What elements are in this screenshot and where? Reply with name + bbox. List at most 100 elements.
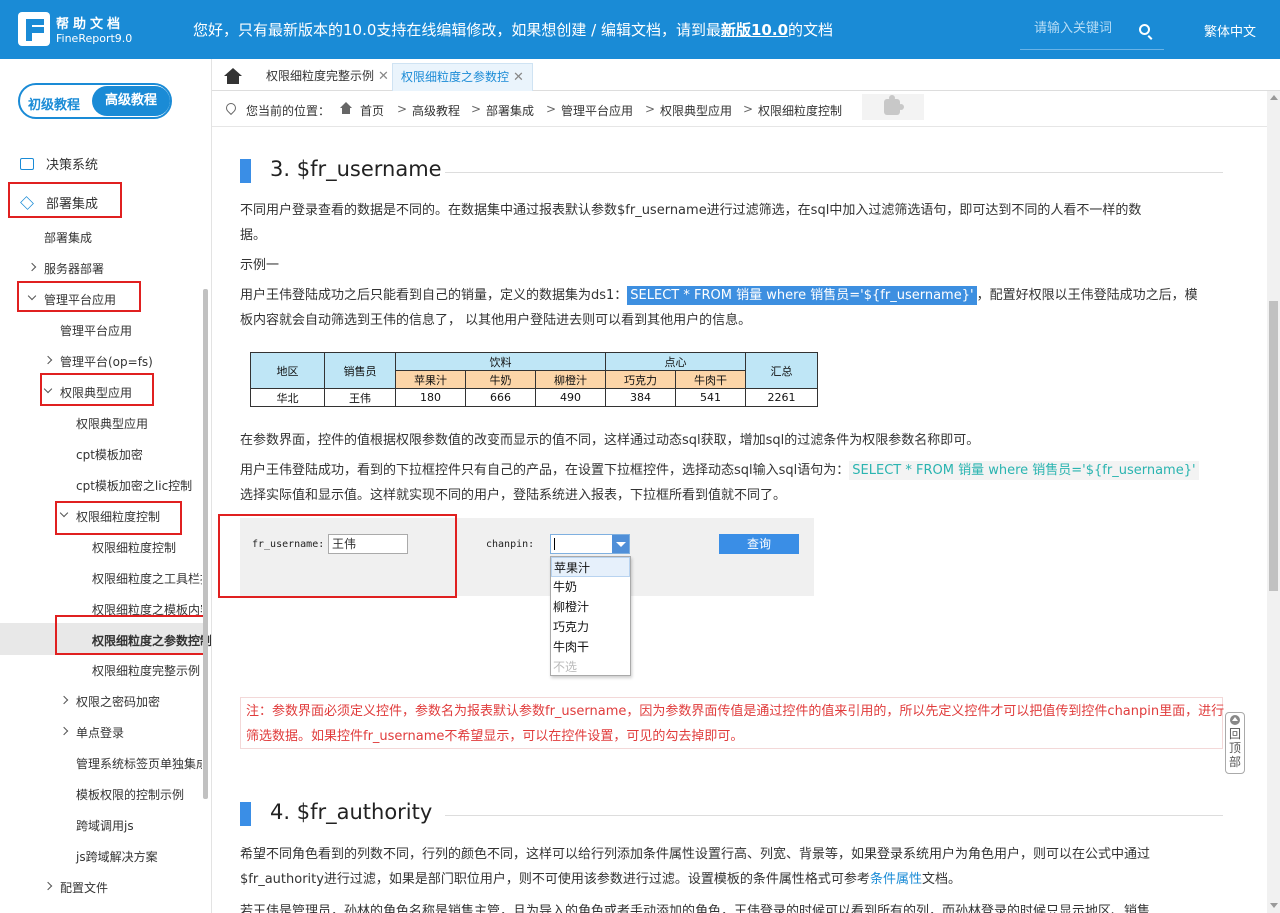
sidebar-item-fine-grained-toolbar[interactable]: 权限细粒度之工具栏按: [92, 570, 202, 587]
home-tab[interactable]: [220, 65, 248, 87]
note-box: 注：参数界面必须定义控件，参数名为报表默认参数fr_username，因为参数界…: [240, 697, 1224, 749]
breadcrumb-home[interactable]: 首页: [360, 102, 384, 119]
table-subheader: 牛奶: [465, 370, 536, 389]
scroll-down-icon[interactable]: [1270, 903, 1278, 908]
puzzle-icon: [884, 95, 904, 115]
sidebar-item-decision-system[interactable]: 决策系统: [20, 154, 98, 173]
search-box: [1020, 12, 1164, 50]
sidebar-item-password-encrypt[interactable]: 权限之密码加密: [76, 693, 160, 710]
home-icon: [224, 68, 242, 84]
arrow-up-icon: [1230, 715, 1240, 725]
table-subheader: 牛肉干: [675, 370, 746, 389]
chanpin-label: chanpin:: [486, 539, 535, 550]
chevron-right-icon[interactable]: [43, 881, 53, 891]
tab-complete-example[interactable]: 权限细粒度完整示例 ✕: [258, 63, 397, 91]
breadcrumb-advanced[interactable]: 高级教程: [412, 102, 460, 119]
search-icon[interactable]: [1139, 24, 1150, 35]
table-subheader: 巧克力: [605, 370, 676, 389]
new-version-link[interactable]: 新版10.0: [721, 21, 788, 39]
chevron-right-icon[interactable]: [59, 695, 69, 705]
breadcrumb: 您当前的位置： 首页 > 高级教程 > 部署集成 > 管理平台应用 > 权限典型…: [212, 91, 1267, 127]
dropdown-option[interactable]: 柳橙汁: [551, 597, 630, 617]
main-scrollbar[interactable]: [1267, 91, 1280, 913]
sidebar-item-fine-grained-page[interactable]: 权限细粒度控制: [92, 539, 176, 556]
sidebar-item-fine-grained-example[interactable]: 权限细粒度完整示例: [92, 662, 200, 679]
table-header: 点心: [605, 352, 746, 371]
close-icon[interactable]: ✕: [513, 70, 524, 85]
scrollbar-thumb[interactable]: [1269, 301, 1278, 591]
table-subheader: 苹果汁: [395, 370, 466, 389]
sidebar-item-deploy-integration-page[interactable]: 部署集成: [44, 229, 92, 246]
version-notice: 您好，只有最新版本的10.0支持在线编辑修改，如果想创建 / 编辑文档，请到最新…: [193, 21, 834, 39]
article-content: 3. $fr_username 不同用户登录查看的数据是不同的。在数据集中通过报…: [212, 127, 1267, 913]
dropdown-option[interactable]: 牛奶: [551, 577, 630, 597]
dropdown-option[interactable]: 苹果汁: [551, 557, 630, 577]
sidebar-item-template-permission[interactable]: 模板权限的控制示例: [76, 786, 184, 803]
dropdown-option[interactable]: 不选: [551, 657, 630, 677]
close-icon[interactable]: ✕: [378, 69, 389, 84]
query-button[interactable]: 查询: [719, 534, 799, 554]
highlight-box: [8, 182, 122, 218]
sidebar-item-platform-app-page[interactable]: 管理平台应用: [60, 322, 132, 339]
chevron-right-icon[interactable]: [27, 262, 37, 272]
highlight-box: [55, 501, 182, 535]
home-icon: [340, 102, 352, 114]
sidebar-item-platform-opfs[interactable]: 管理平台(op=fs): [60, 353, 153, 370]
table-row: 华北 王伟 180 666 490 384 541 2261: [250, 388, 818, 407]
paragraph: 用户王伟登陆成功，看到的下拉框控件只有自己的产品，在设置下拉框控件，选择动态sq…: [240, 458, 1199, 483]
back-to-top-button[interactable]: 回顶部: [1225, 712, 1245, 774]
highlight-box: [17, 281, 141, 312]
table-header: 地区: [250, 352, 325, 389]
top-header: 帮助文档 FineReport9.0 您好，只有最新版本的10.0支持在线编辑修…: [0, 0, 1280, 59]
sidebar-item-js-cross-domain[interactable]: js跨域解决方案: [76, 848, 158, 865]
plugin-button[interactable]: [862, 94, 924, 120]
condition-attribute-link[interactable]: 条件属性: [870, 872, 922, 887]
breadcrumb-platform[interactable]: 管理平台应用: [561, 102, 633, 119]
sidebar-scrollbar[interactable]: [203, 289, 208, 799]
sidebar-item-cross-domain-js[interactable]: 跨域调用js: [76, 817, 134, 834]
search-input[interactable]: [1034, 16, 1134, 40]
table-header: 饮料: [395, 352, 606, 371]
sql-code-highlight: SELECT * FROM 销量 where 销售员='${fr_usernam…: [849, 461, 1199, 480]
paragraph: 用户王伟登陆成功之后只能看到自己的销量，定义的数据集为ds1： SELECT * …: [240, 286, 1198, 305]
highlight-box: [40, 373, 154, 406]
sidebar-item-cpt-encrypt-lic[interactable]: cpt模板加密之lic控制: [76, 477, 192, 494]
highlight-box: [55, 615, 205, 655]
basic-tutorial-tab[interactable]: 初级教程: [28, 94, 80, 113]
section-heading-fr-authority: 4. $fr_authority: [270, 800, 433, 824]
dropdown-option[interactable]: 巧克力: [551, 617, 630, 637]
scroll-up-icon[interactable]: [1270, 95, 1278, 100]
sitemap-icon: [20, 158, 34, 170]
advanced-tutorial-tab[interactable]: 高级教程: [92, 86, 170, 116]
sql-code-highlight: SELECT * FROM 销量 where 销售员='${fr_usernam…: [627, 286, 977, 305]
chanpin-dropdown[interactable]: [550, 534, 630, 554]
table-subheader: 柳橙汁: [535, 370, 606, 389]
breadcrumb-fine-grained[interactable]: 权限细粒度控制: [758, 102, 842, 119]
paragraph: 希望不同角色看到的列数不同，行列的颜色不同，这样可以给行列添加条件属性设置行高、…: [240, 847, 1151, 862]
chevron-right-icon[interactable]: [59, 726, 69, 736]
brand-title: 帮助文档: [56, 17, 125, 32]
paragraph: 在参数界面，控件的值根据权限参数值的改变而显示的值不同，这样通过动态sql获取，…: [240, 433, 980, 448]
paragraph: 不同用户登录查看的数据是不同的。在数据集中通过报表默认参数$fr_usernam…: [240, 203, 1142, 218]
paragraph: $fr_authority进行过滤，如果是部门职位用户，则不可使用该参数进行过滤…: [240, 872, 961, 887]
dropdown-option[interactable]: 牛肉干: [551, 637, 630, 657]
note-text: 筛选数据。如果控件fr_username不希望显示，可以在控件设置，可见的勾去掉…: [246, 729, 744, 744]
sidebar-item-sso[interactable]: 单点登录: [76, 724, 124, 741]
sidebar-item-config-file[interactable]: 配置文件: [60, 879, 108, 896]
sidebar-item-tab-integration[interactable]: 管理系统标签页单独集成: [76, 755, 202, 772]
chevron-right-icon[interactable]: [43, 355, 53, 365]
sidebar-item-permission-typical-page[interactable]: 权限典型应用: [76, 415, 148, 432]
sidebar-item-cpt-encrypt[interactable]: cpt模板加密: [76, 446, 143, 463]
table-header: 汇总: [745, 352, 818, 389]
chevron-down-icon[interactable]: [612, 535, 629, 553]
tutorial-level-switch: 初级教程 高级教程: [18, 83, 172, 119]
tab-param-control[interactable]: 权限细粒度之参数控制✕: [392, 63, 533, 91]
sidebar-item-server-deploy[interactable]: 服务器部署: [44, 260, 104, 277]
breadcrumb-permission[interactable]: 权限典型应用: [660, 102, 732, 119]
section-heading-fr-username: 3. $fr_username: [270, 157, 442, 181]
location-pin-icon: [223, 100, 239, 116]
breadcrumb-deploy[interactable]: 部署集成: [486, 102, 534, 119]
example-label: 示例一: [240, 258, 280, 273]
finereport-logo-icon[interactable]: [18, 12, 50, 46]
traditional-chinese-link[interactable]: 繁体中文: [1204, 21, 1256, 40]
